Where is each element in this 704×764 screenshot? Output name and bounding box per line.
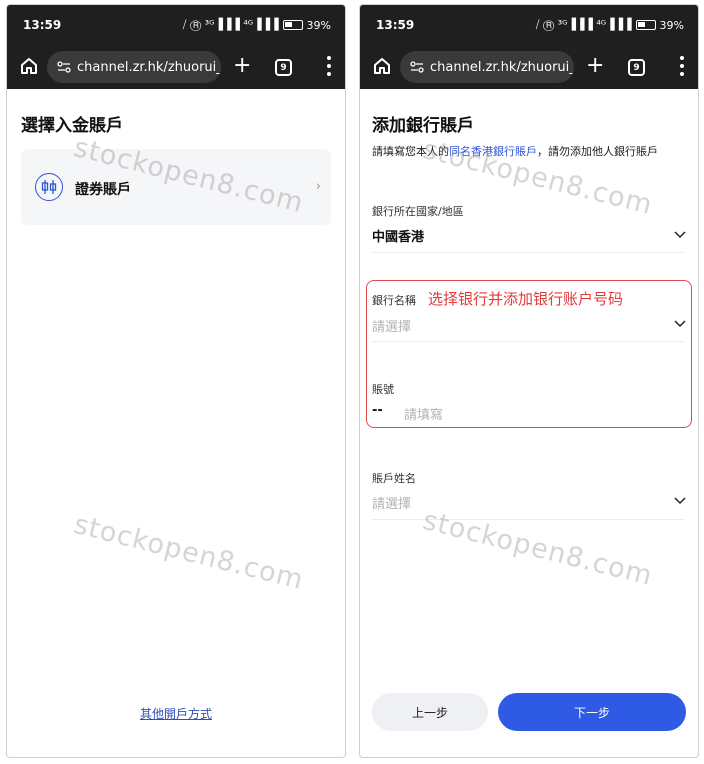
new-tab-icon[interactable]: +: [233, 55, 251, 77]
phone-screen-left: 13:59 ⧸ Ⓡ ³ᴳ▐▐▐ ⁴ᴳ▐▐▐ 39% channel.zr.hk/…: [6, 4, 346, 758]
status-indicators: ⧸ Ⓡ ³ᴳ▐▐▐ ⁴ᴳ▐▐▐ 39%: [183, 18, 331, 32]
chevron-down-icon: [674, 320, 686, 328]
securities-account-option[interactable]: 證券賬戶 ›: [21, 149, 331, 225]
note-prefix: 請填寫您本人的: [372, 145, 449, 158]
battery-icon: [635, 20, 656, 30]
account-name-placeholder: 請選擇: [372, 497, 412, 512]
divider: [372, 341, 684, 342]
url-text: channel.zr.hk/zhuorui_\: [430, 59, 574, 75]
divider: [372, 519, 684, 520]
more-menu-icon[interactable]: [327, 56, 331, 76]
browser-chrome: 13:59 ⧸ Ⓡ ³ᴳ▐▐▐ ⁴ᴳ▐▐▐ 39% channel.zr.hk/…: [360, 5, 698, 89]
bank-name-label: 銀行名稱: [372, 294, 416, 307]
chevron-down-icon: [674, 231, 686, 239]
next-step-button[interactable]: 下一步: [498, 693, 686, 731]
signal-icons: ⧸ Ⓡ ³ᴳ▐▐▐ ⁴ᴳ▐▐▐: [182, 18, 279, 31]
account-number-prefix: --: [372, 403, 383, 418]
new-tab-icon[interactable]: +: [586, 55, 604, 77]
page-title: 選擇入金賬戶: [21, 116, 123, 136]
home-icon[interactable]: [19, 56, 39, 76]
status-time: 13:59: [23, 18, 62, 32]
site-settings-icon[interactable]: [57, 60, 71, 74]
signal-icons: ⧸ Ⓡ ³ᴳ▐▐▐ ⁴ᴳ▐▐▐: [535, 18, 632, 31]
account-number-label: 賬號: [372, 383, 394, 396]
url-bar: channel.zr.hk/zhuorui_\ + 9: [7, 45, 345, 89]
battery-percent: 39%: [306, 18, 331, 32]
previous-step-button[interactable]: 上一步: [372, 693, 488, 731]
other-account-methods-link[interactable]: 其他開戶方式: [7, 705, 345, 722]
url-text: channel.zr.hk/zhuorui_\: [77, 59, 221, 75]
chevron-down-icon: [674, 497, 686, 505]
phone-screen-right: 13:59 ⧸ Ⓡ ³ᴳ▐▐▐ ⁴ᴳ▐▐▐ 39% channel.zr.hk/…: [359, 4, 699, 758]
watermark: stockopen8.com: [70, 508, 307, 597]
tab-switcher-icon[interactable]: 9: [628, 59, 645, 76]
form-instruction: 請填寫您本人的同名香港銀行賬戶，請勿添加他人銀行賬戶: [372, 143, 684, 160]
site-settings-icon[interactable]: [410, 60, 424, 74]
address-field[interactable]: channel.zr.hk/zhuorui_\: [400, 51, 574, 83]
country-label: 銀行所在國家/地區: [372, 205, 464, 218]
candlestick-icon: [35, 173, 63, 201]
status-indicators: ⧸ Ⓡ ³ᴳ▐▐▐ ⁴ᴳ▐▐▐ 39%: [536, 18, 684, 32]
tab-switcher-icon[interactable]: 9: [275, 59, 292, 76]
chevron-right-icon: ›: [315, 179, 321, 194]
more-menu-icon[interactable]: [680, 56, 684, 76]
page-title: 添加銀行賬戶: [372, 116, 474, 136]
bank-name-placeholder: 請選擇: [372, 320, 412, 335]
status-bar: 13:59 ⧸ Ⓡ ³ᴳ▐▐▐ ⁴ᴳ▐▐▐ 39%: [7, 5, 345, 45]
status-bar: 13:59 ⧸ Ⓡ ³ᴳ▐▐▐ ⁴ᴳ▐▐▐ 39%: [360, 5, 698, 45]
url-bar: channel.zr.hk/zhuorui_\ + 9: [360, 45, 698, 89]
account-number-input[interactable]: 請填寫: [404, 404, 443, 423]
divider: [372, 252, 684, 253]
address-field[interactable]: channel.zr.hk/zhuorui_\: [47, 51, 221, 83]
country-value: 中國香港: [372, 230, 425, 245]
note-highlight: 同名香港銀行賬戶: [449, 145, 537, 158]
note-suffix: ，請勿添加他人銀行賬戶: [537, 145, 658, 158]
battery-percent: 39%: [659, 18, 684, 32]
battery-icon: [282, 20, 303, 30]
account-name-label: 賬戶姓名: [372, 472, 416, 485]
home-icon[interactable]: [372, 56, 392, 76]
browser-chrome: 13:59 ⧸ Ⓡ ³ᴳ▐▐▐ ⁴ᴳ▐▐▐ 39% channel.zr.hk/…: [7, 5, 345, 89]
account-option-label: 證券賬戶: [75, 182, 131, 198]
annotation-text: 选择银行并添加银行账户号码: [428, 290, 624, 308]
status-time: 13:59: [376, 18, 415, 32]
